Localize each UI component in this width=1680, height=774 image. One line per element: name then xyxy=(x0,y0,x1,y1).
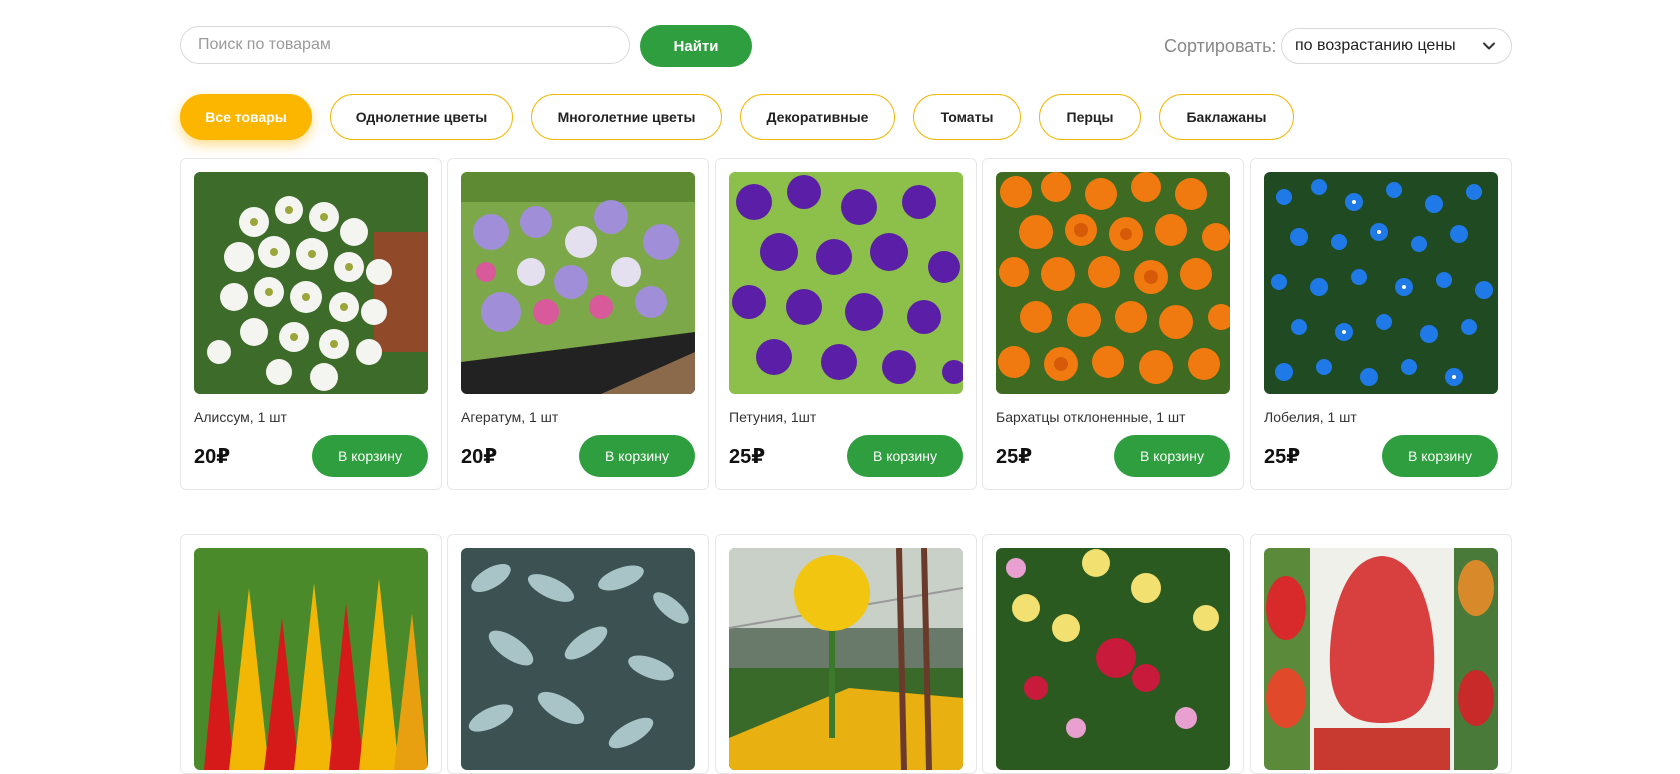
product-title[interactable]: Бархатцы отклоненные, 1 шт xyxy=(996,409,1186,425)
category-perennial-flowers[interactable]: Многолетние цветы xyxy=(531,94,722,140)
product-card xyxy=(180,534,442,774)
category-tomatoes[interactable]: Томаты xyxy=(913,94,1021,140)
product-price: 25₽ xyxy=(729,446,766,468)
product-image[interactable] xyxy=(194,548,428,770)
add-to-cart-button[interactable]: В корзину xyxy=(1114,435,1230,477)
product-image[interactable] xyxy=(729,548,963,770)
add-to-cart-button[interactable]: В корзину xyxy=(847,435,963,477)
category-all[interactable]: Все товары xyxy=(180,94,312,140)
product-card xyxy=(982,534,1244,774)
product-card: Агератум, 1 шт 20₽ В корзину xyxy=(447,158,709,490)
category-eggplants[interactable]: Баклажаны xyxy=(1159,94,1294,140)
product-card xyxy=(1250,534,1512,774)
sort-selected-value: по возрастанию цены xyxy=(1295,37,1456,54)
category-annual-flowers[interactable]: Однолетние цветы xyxy=(330,94,513,140)
product-card: Петуния, 1шт 25₽ В корзину xyxy=(715,158,977,490)
product-card: Алиссум, 1 шт 20₽ В корзину xyxy=(180,158,442,490)
product-card: Лобелия, 1 шт 25₽ В корзину xyxy=(1250,158,1512,490)
product-image[interactable] xyxy=(194,172,428,394)
add-to-cart-button[interactable]: В корзину xyxy=(579,435,695,477)
product-title[interactable]: Петуния, 1шт xyxy=(729,409,816,425)
product-title[interactable]: Агератум, 1 шт xyxy=(461,409,558,425)
sort-select[interactable]: по возрастанию цены xyxy=(1281,28,1512,64)
search-input[interactable] xyxy=(180,26,630,64)
add-to-cart-button[interactable]: В корзину xyxy=(1382,435,1498,477)
product-image[interactable] xyxy=(1264,548,1498,770)
product-price: 20₽ xyxy=(461,446,498,468)
product-image[interactable] xyxy=(461,548,695,770)
product-card: Бархатцы отклоненные, 1 шт 25₽ В корзину xyxy=(982,158,1244,490)
product-image[interactable] xyxy=(461,172,695,394)
product-card xyxy=(715,534,977,774)
product-title[interactable]: Алиссум, 1 шт xyxy=(194,409,287,425)
chevron-down-icon xyxy=(1483,42,1495,50)
product-price: 25₽ xyxy=(996,446,1033,468)
sort-label: Сортировать: xyxy=(1164,36,1277,56)
product-image[interactable] xyxy=(1264,172,1498,394)
product-price: 20₽ xyxy=(194,446,231,468)
add-to-cart-button[interactable]: В корзину xyxy=(312,435,428,477)
product-title[interactable]: Лобелия, 1 шт xyxy=(1264,409,1357,425)
product-image[interactable] xyxy=(996,172,1230,394)
product-image[interactable] xyxy=(729,172,963,394)
product-image[interactable] xyxy=(996,548,1230,770)
product-price: 25₽ xyxy=(1264,446,1301,468)
toolbar: Найти Сортировать: по возрастанию цены xyxy=(180,25,1512,67)
category-decorative[interactable]: Декоративные xyxy=(740,94,895,140)
search-button[interactable]: Найти xyxy=(640,25,752,67)
product-card xyxy=(447,534,709,774)
category-peppers[interactable]: Перцы xyxy=(1039,94,1141,140)
